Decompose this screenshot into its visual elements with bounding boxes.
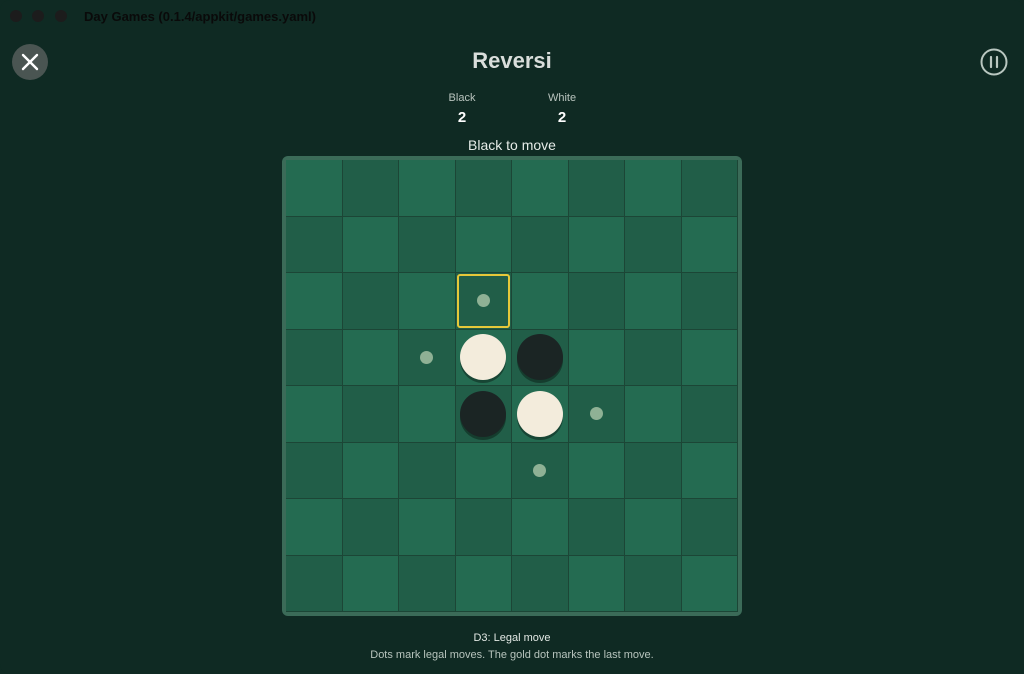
score-black: Black 2 (422, 92, 502, 126)
pause-icon (980, 48, 1008, 76)
score-white-label: White (547, 92, 577, 104)
board-cell-g8[interactable] (625, 555, 682, 612)
board-cell-g5[interactable] (625, 386, 682, 443)
window-minimize-button[interactable] (32, 10, 44, 22)
board-cell-d8[interactable] (455, 555, 512, 612)
board-cell-a5[interactable] (286, 386, 343, 443)
board-cell-d2[interactable] (455, 216, 512, 273)
board-cell-a7[interactable] (286, 499, 343, 556)
board-cell-e6[interactable] (512, 442, 569, 499)
app-window: Day Games (0.1.4/appkit/games.yaml) Reve… (0, 0, 1024, 674)
board-cell-h2[interactable] (681, 216, 738, 273)
legal-move-dot (420, 350, 434, 364)
board-cell-b5[interactable] (342, 386, 399, 443)
board-cell-b8[interactable] (342, 555, 399, 612)
board-cell-f6[interactable] (568, 442, 625, 499)
board-cell-c4[interactable] (399, 329, 456, 386)
pause-button[interactable] (979, 47, 1009, 77)
board-cell-a8[interactable] (286, 555, 343, 612)
board-cell-f7[interactable] (568, 499, 625, 556)
board-cell-g3[interactable] (625, 273, 682, 330)
board-cell-h5[interactable] (681, 386, 738, 443)
board-cell-e7[interactable] (512, 499, 569, 556)
board-cell-f8[interactable] (568, 555, 625, 612)
score-black-value: 2 (457, 109, 467, 126)
board-cell-h7[interactable] (681, 499, 738, 556)
board-cell-e2[interactable] (512, 216, 569, 273)
board-cell-d7[interactable] (455, 499, 512, 556)
board-cell-b1[interactable] (342, 160, 399, 217)
board-cell-e4[interactable] (512, 329, 569, 386)
board-cell-h6[interactable] (681, 442, 738, 499)
game-board (282, 156, 742, 616)
score-white-value: 2 (557, 109, 567, 126)
board-cell-h1[interactable] (681, 160, 738, 217)
board-cell-b3[interactable] (342, 273, 399, 330)
white-piece (516, 390, 563, 437)
board-cell-d3[interactable] (455, 273, 512, 330)
board-cell-c1[interactable] (399, 160, 456, 217)
board-cell-g2[interactable] (625, 216, 682, 273)
board-cell-b7[interactable] (342, 499, 399, 556)
board-cell-d6[interactable] (455, 442, 512, 499)
legend-hint: Dots mark legal moves. The gold dot mark… (370, 649, 654, 661)
game-title: Reversi (472, 48, 552, 73)
board-cell-g1[interactable] (625, 160, 682, 217)
board-cell-c6[interactable] (399, 442, 456, 499)
legal-move-dot (476, 294, 490, 308)
board-cell-f5[interactable] (568, 386, 625, 443)
board-cell-a6[interactable] (286, 442, 343, 499)
board-cell-c8[interactable] (399, 555, 456, 612)
white-piece (460, 334, 507, 381)
window-title: Day Games (0.1.4/appkit/games.yaml) (84, 9, 316, 24)
board-cell-g7[interactable] (625, 499, 682, 556)
board-cell-a1[interactable] (286, 160, 343, 217)
board-cell-e3[interactable] (512, 273, 569, 330)
board-cell-a4[interactable] (286, 329, 343, 386)
board-cell-c3[interactable] (399, 273, 456, 330)
legal-move-dot (533, 463, 547, 477)
board-cell-g4[interactable] (625, 329, 682, 386)
board-cell-a2[interactable] (286, 216, 343, 273)
board-cell-b2[interactable] (342, 216, 399, 273)
board-cell-h4[interactable] (681, 329, 738, 386)
board-grid (286, 160, 738, 612)
board-cell-h8[interactable] (681, 555, 738, 612)
board-cell-c7[interactable] (399, 499, 456, 556)
board-cell-e1[interactable] (512, 160, 569, 217)
title-bar: Day Games (0.1.4/appkit/games.yaml) (0, 0, 1024, 32)
board-cell-e5[interactable] (512, 386, 569, 443)
board-cell-f2[interactable] (568, 216, 625, 273)
board-cell-c5[interactable] (399, 386, 456, 443)
window-close-button[interactable] (10, 10, 22, 22)
score-white: White 2 (522, 92, 602, 126)
turn-status: Black to move (468, 137, 556, 153)
board-cell-f1[interactable] (568, 160, 625, 217)
board-cell-b4[interactable] (342, 329, 399, 386)
board-cell-h3[interactable] (681, 273, 738, 330)
score-black-label: Black (448, 92, 476, 104)
board-cell-g6[interactable] (625, 442, 682, 499)
board-cell-a3[interactable] (286, 273, 343, 330)
selection-info: D3: Legal move (473, 632, 551, 644)
board-cell-d5[interactable] (455, 386, 512, 443)
board-cell-c2[interactable] (399, 216, 456, 273)
window-zoom-button[interactable] (55, 10, 67, 22)
board-cell-b6[interactable] (342, 442, 399, 499)
board-cell-f4[interactable] (568, 329, 625, 386)
board-cell-d1[interactable] (455, 160, 512, 217)
board-cell-f3[interactable] (568, 273, 625, 330)
legal-move-dot (589, 407, 603, 421)
black-piece (516, 334, 563, 381)
board-cell-e8[interactable] (512, 555, 569, 612)
black-piece (460, 390, 507, 437)
board-cell-d4[interactable] (455, 329, 512, 386)
